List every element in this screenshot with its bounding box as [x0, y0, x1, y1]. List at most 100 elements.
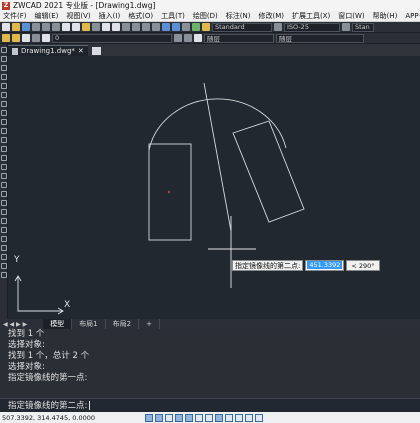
properties-icon[interactable] — [162, 23, 170, 31]
line-tool-icon[interactable] — [1, 47, 7, 53]
layout-nav-arrows[interactable]: ◀ ◀ ▶ ▶ — [3, 321, 27, 328]
move-tool-icon[interactable] — [1, 236, 7, 242]
pan-icon[interactable] — [122, 23, 130, 31]
block-tool-icon[interactable] — [1, 119, 7, 125]
dynamic-value-input[interactable]: 451.3392 — [305, 259, 345, 271]
document-tab[interactable]: Drawing1.dwg* ✕ — [8, 45, 88, 56]
menu-insert[interactable]: 插入(I) — [99, 11, 121, 21]
ellipse-tool-icon[interactable] — [1, 110, 7, 116]
preview-icon[interactable] — [42, 23, 50, 31]
hatch-tool-icon[interactable] — [1, 137, 7, 143]
point-tool-icon[interactable] — [1, 128, 7, 134]
snap-toggle-icon[interactable] — [155, 413, 164, 422]
publish-icon[interactable] — [52, 23, 60, 31]
settings-gear-icon[interactable] — [255, 413, 264, 422]
calculator-icon[interactable] — [192, 23, 200, 31]
dynamic-input-toggle-icon[interactable] — [215, 413, 224, 422]
tab-layout2[interactable]: 布局2 — [106, 319, 140, 329]
title-bar: Z ZWCAD 2021 专业版 - [Drawing1.dwg] — [0, 0, 420, 11]
drawing-canvas[interactable]: Y X — [8, 56, 420, 319]
text-cursor — [89, 401, 91, 410]
menu-draw[interactable]: 绘图(D) — [193, 11, 218, 21]
tab-layout1[interactable]: 布局1 — [72, 319, 106, 329]
design-center-icon[interactable] — [172, 23, 180, 31]
copy-tool-icon[interactable] — [1, 200, 7, 206]
menu-edit[interactable]: 编辑(E) — [35, 11, 59, 21]
polygon-tool-icon[interactable] — [1, 65, 7, 71]
new-file-icon[interactable] — [2, 23, 10, 31]
scale-tool-icon[interactable] — [1, 254, 7, 260]
menu-help[interactable]: 帮助(H) — [373, 11, 398, 21]
layout-tab-bar: ◀ ◀ ▶ ▶ 模型 布局1 布局2 + — [0, 319, 420, 329]
table-tool-icon[interactable] — [1, 155, 7, 161]
stretch-tool-icon[interactable] — [1, 263, 7, 269]
tab-model[interactable]: 模型 — [43, 319, 73, 329]
linetype-select[interactable]: 随层 — [276, 33, 364, 43]
otrack-toggle-icon[interactable] — [195, 413, 204, 422]
layer-manager-icon[interactable] — [2, 34, 10, 42]
spline-tool-icon[interactable] — [1, 101, 7, 107]
rectangle-tool-icon[interactable] — [1, 74, 7, 80]
annotation-toggle-icon[interactable] — [235, 413, 244, 422]
selection-cycle-toggle-icon[interactable] — [225, 413, 234, 422]
polyline-tool-icon[interactable] — [1, 56, 7, 62]
match-properties-icon[interactable] — [92, 23, 100, 31]
menu-file[interactable]: 文件(F) — [3, 11, 27, 21]
ortho-toggle-icon[interactable] — [165, 413, 174, 422]
paste-icon[interactable] — [82, 23, 90, 31]
layer-on-icon[interactable] — [12, 34, 20, 42]
menu-tools[interactable]: 工具(T) — [161, 11, 185, 21]
redo-icon[interactable] — [112, 23, 120, 31]
cut-icon[interactable] — [62, 23, 70, 31]
polar-toggle-icon[interactable] — [175, 413, 184, 422]
zoom-previous-icon[interactable] — [152, 23, 160, 31]
zoom-window-icon[interactable] — [142, 23, 150, 31]
print-icon[interactable] — [32, 23, 40, 31]
add-layout-button[interactable]: + — [139, 319, 160, 329]
layer-lock-icon[interactable] — [32, 34, 40, 42]
open-file-icon[interactable] — [12, 23, 20, 31]
menu-format[interactable]: 格式(O) — [128, 11, 153, 21]
undo-icon[interactable] — [102, 23, 110, 31]
zoom-realtime-icon[interactable] — [132, 23, 140, 31]
menu-modify[interactable]: 修改(M) — [258, 11, 284, 21]
lineweight-toggle-icon[interactable] — [205, 413, 214, 422]
text-style-select[interactable]: Standard — [212, 22, 272, 32]
menu-view[interactable]: 视图(V) — [66, 11, 90, 21]
close-tab-icon[interactable]: ✕ — [78, 47, 84, 55]
mtext-tool-icon[interactable] — [1, 173, 7, 179]
rotate-tool-icon[interactable] — [1, 245, 7, 251]
offset-tool-icon[interactable] — [1, 218, 7, 224]
table-style-select[interactable]: Stan — [352, 22, 374, 32]
layer-previous-icon[interactable] — [184, 34, 192, 42]
circle-tool-icon[interactable] — [1, 92, 7, 98]
erase-tool-icon[interactable] — [1, 191, 7, 197]
new-tab-icon[interactable] — [91, 47, 101, 55]
text-tool-icon[interactable] — [1, 164, 7, 170]
make-current-icon[interactable] — [174, 34, 182, 42]
grid-toggle-icon[interactable] — [145, 413, 154, 422]
osnap-toggle-icon[interactable] — [185, 413, 194, 422]
arc-tool-icon[interactable] — [1, 83, 7, 89]
menu-dimension[interactable]: 标注(N) — [226, 11, 251, 21]
command-line-input[interactable]: 指定镜像线的第二点: — [0, 398, 420, 412]
save-icon[interactable] — [22, 23, 30, 31]
color-select[interactable]: 随层 — [204, 33, 274, 43]
color-swatch-icon — [194, 34, 202, 42]
document-icon — [12, 47, 18, 55]
dynamic-angle-field[interactable]: < 290° — [346, 259, 380, 271]
menu-app[interactable]: APP+ — [405, 12, 420, 20]
workspace-toggle-icon[interactable] — [245, 413, 254, 422]
insert-tool-icon[interactable] — [1, 182, 7, 188]
menu-window[interactable]: 窗口(W) — [338, 11, 364, 21]
copy-icon[interactable] — [72, 23, 80, 31]
trim-tool-icon[interactable] — [1, 272, 7, 278]
array-tool-icon[interactable] — [1, 227, 7, 233]
dim-style-select[interactable]: ISO-25 — [284, 22, 340, 32]
layer-select[interactable]: 0 — [52, 33, 172, 43]
region-tool-icon[interactable] — [1, 146, 7, 152]
menu-extensions[interactable]: 扩展工具(X) — [292, 11, 330, 21]
mirror-tool-icon[interactable] — [1, 209, 7, 215]
layer-freeze-icon[interactable] — [22, 34, 30, 42]
tool-palette-icon[interactable] — [182, 23, 190, 31]
